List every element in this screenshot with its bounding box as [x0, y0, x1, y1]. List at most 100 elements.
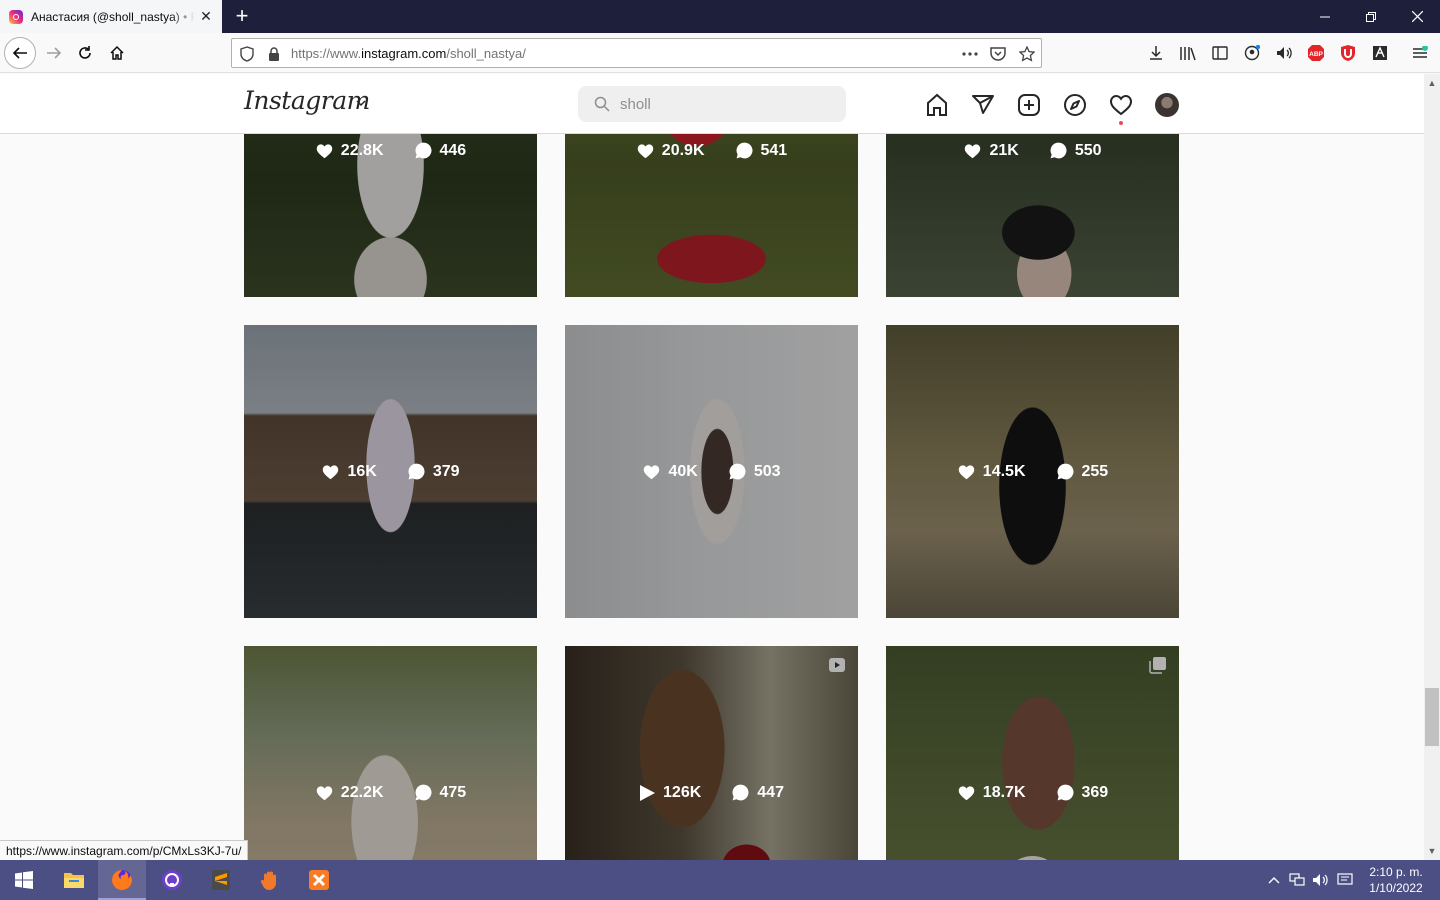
comment-icon: [736, 142, 752, 159]
search-icon: [594, 96, 610, 112]
direct-icon[interactable]: [970, 92, 996, 118]
comments-count: 475: [439, 783, 467, 801]
system-clock[interactable]: 2:10 p. m. 1/10/2022: [1360, 864, 1432, 896]
post-thumbnail[interactable]: 16K 379: [244, 325, 537, 618]
profile-avatar[interactable]: [1155, 93, 1179, 117]
hand-app-icon[interactable]: [246, 860, 294, 900]
post-thumbnail[interactable]: 22.2K 475: [244, 646, 537, 860]
likes-count: 22.2K: [340, 783, 384, 801]
instagram-favicon-icon: [9, 9, 23, 24]
activity-icon[interactable]: [1108, 92, 1134, 118]
comments-count: 446: [439, 141, 467, 159]
extension-icon[interactable]: [1370, 43, 1390, 63]
firefox-icon[interactable]: [98, 860, 146, 900]
library-icon[interactable]: [1178, 43, 1198, 63]
windows-start-icon[interactable]: [0, 860, 48, 900]
comment-icon: [1057, 463, 1073, 480]
scrollbar-thumb[interactable]: [1425, 688, 1439, 746]
github-desktop-icon[interactable]: [148, 860, 196, 900]
comment-icon: [1057, 784, 1073, 801]
keyboard-language-icon[interactable]: [1337, 872, 1353, 888]
network-icon[interactable]: [1289, 872, 1305, 888]
comment-icon: [415, 784, 431, 801]
likes-count: 20.9K: [661, 141, 705, 159]
page-actions-icon[interactable]: [961, 45, 979, 63]
comment-icon: [415, 142, 431, 159]
xampp-icon[interactable]: [295, 860, 343, 900]
likes-count: 18.7K: [982, 783, 1026, 801]
minimize-button[interactable]: [1302, 0, 1348, 33]
comments-count: 379: [432, 462, 460, 480]
scroll-up-icon[interactable]: ▲: [1427, 78, 1437, 88]
new-post-icon[interactable]: [1016, 92, 1042, 118]
play-icon: [640, 784, 656, 801]
post-thumbnail[interactable]: 21K 550: [886, 134, 1179, 297]
pocket-icon[interactable]: [989, 45, 1007, 63]
scroll-down-icon[interactable]: ▼: [1427, 846, 1437, 856]
browser-navbar: https://www.instagram.com/sholl_nastya/ …: [0, 33, 1440, 73]
sublime-text-icon[interactable]: [197, 860, 245, 900]
post-thumbnail[interactable]: 14.5K 255: [886, 325, 1179, 618]
account-icon[interactable]: [1242, 43, 1262, 63]
comments-count: 255: [1081, 462, 1109, 480]
home-button[interactable]: [101, 37, 133, 69]
new-tab-button[interactable]: +: [230, 4, 254, 28]
lock-icon[interactable]: [265, 45, 283, 63]
browser-titlebar: Анастасия (@sholl_nastya) • Fotos y vide…: [0, 0, 1440, 33]
search-box[interactable]: [578, 86, 846, 122]
comment-icon: [729, 463, 746, 480]
clock-date: 1/10/2022: [1369, 881, 1423, 895]
shield-icon[interactable]: [238, 45, 256, 63]
file-explorer-icon[interactable]: [50, 860, 98, 900]
comment-icon: [408, 463, 425, 480]
comments-count: 369: [1081, 783, 1109, 801]
views-count: 126K: [663, 783, 702, 801]
profile-posts-grid: 22.8K 446 20.9K 541 21K 550 16K 379 40K …: [0, 134, 1424, 860]
reload-button[interactable]: [69, 37, 101, 69]
heart-icon: [958, 465, 975, 480]
chevron-up-icon[interactable]: [1266, 872, 1282, 888]
ublock-icon[interactable]: [1338, 43, 1358, 63]
comment-icon: [1050, 142, 1067, 159]
sidebar-icon[interactable]: [1210, 43, 1230, 63]
notification-dot: [1119, 121, 1123, 125]
forward-button[interactable]: [38, 37, 70, 69]
likes-count: 14.5K: [982, 462, 1026, 480]
post-thumbnail[interactable]: 18.7K 369: [886, 646, 1179, 860]
comments-count: 447: [757, 783, 784, 801]
instagram-logo[interactable]: Instagram: [244, 86, 370, 115]
heart-icon: [316, 144, 333, 159]
comments-count: 541: [760, 141, 788, 159]
url-text[interactable]: https://www.instagram.com/sholl_nastya/: [291, 46, 526, 61]
page-scrollbar[interactable]: ▲ ▼: [1424, 74, 1440, 860]
likes-count: 40K: [668, 462, 698, 480]
bookmark-star-icon[interactable]: [1018, 45, 1036, 63]
speaker-icon[interactable]: [1274, 43, 1294, 63]
instagram-header: Instagram: [0, 74, 1424, 134]
comments-count: 550: [1074, 141, 1102, 159]
post-thumbnail[interactable]: 20.9K 541: [565, 134, 858, 297]
heart-icon: [316, 786, 333, 801]
adblock-plus-icon[interactable]: ABP: [1306, 43, 1326, 63]
back-button[interactable]: [4, 37, 36, 69]
svg-text:ABP: ABP: [1309, 51, 1323, 58]
browser-tab-active[interactable]: Анастасия (@sholl_nastya) • Fotos y vide…: [0, 0, 222, 33]
tab-close-icon[interactable]: ✕: [198, 8, 214, 24]
explore-icon[interactable]: [1062, 92, 1088, 118]
home-icon[interactable]: [924, 92, 950, 118]
heart-icon: [644, 465, 660, 480]
menu-hamburger-icon[interactable]: [1410, 43, 1430, 63]
close-window-button[interactable]: [1394, 0, 1440, 33]
post-thumbnail[interactable]: 126K 447: [565, 646, 858, 860]
restore-button[interactable]: [1348, 0, 1394, 33]
chevron-down-icon[interactable]: [355, 97, 367, 109]
post-thumbnail[interactable]: 22.8K 446: [244, 134, 537, 297]
search-input[interactable]: [620, 94, 830, 114]
tab-title: Анастасия (@sholl_nastya) • Fotos y vide…: [31, 9, 195, 24]
post-thumbnail[interactable]: 40K 503: [565, 325, 858, 618]
volume-icon[interactable]: [1312, 872, 1328, 888]
url-bar[interactable]: https://www.instagram.com/sholl_nastya/: [231, 38, 1042, 68]
downloads-icon[interactable]: [1146, 43, 1166, 63]
comment-icon: [732, 784, 749, 801]
heart-icon: [965, 144, 981, 159]
